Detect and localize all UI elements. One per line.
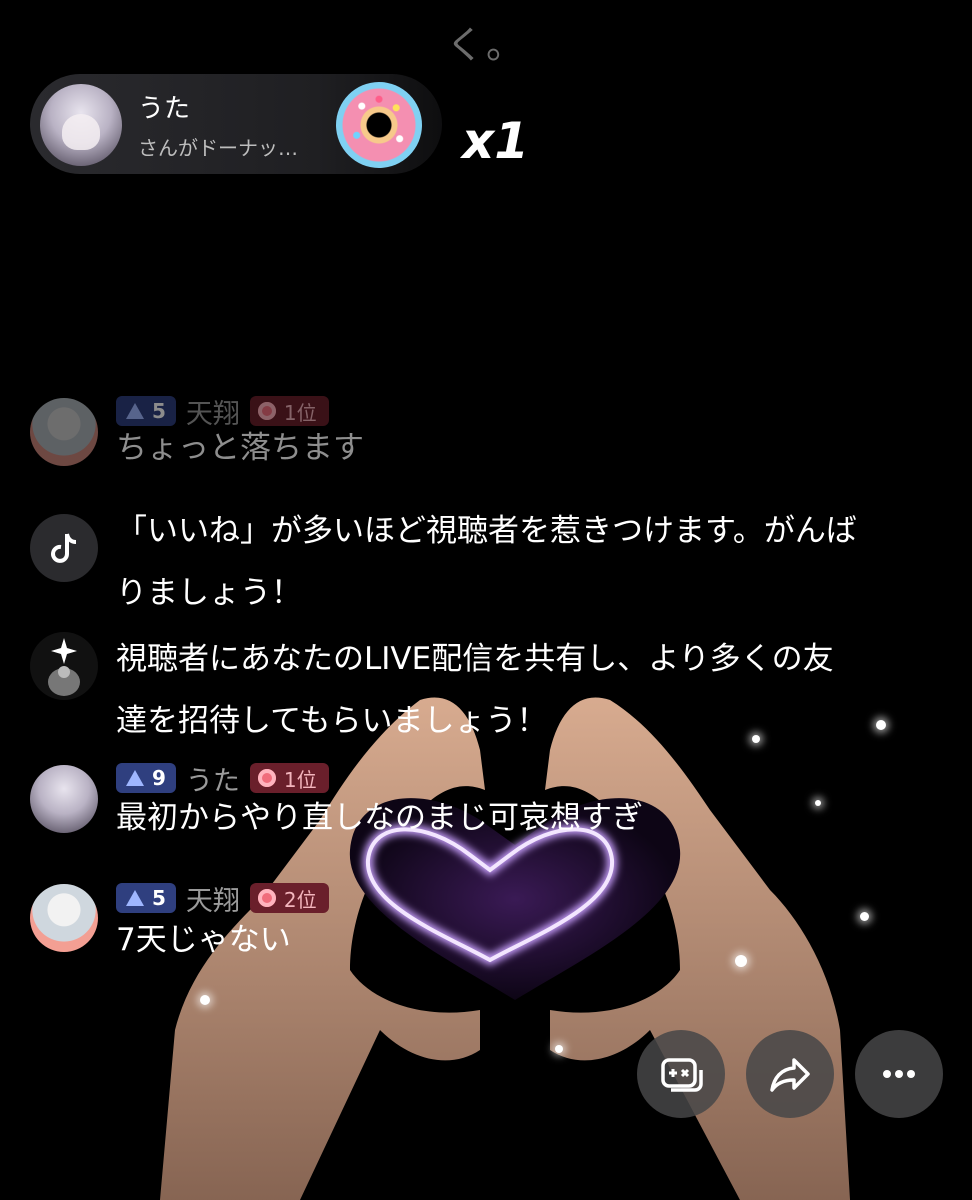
donut-icon (336, 82, 422, 168)
rank-badge[interactable]: 1位 (249, 763, 329, 793)
medal-icon (257, 769, 276, 787)
medal-icon (257, 402, 276, 420)
sparkle (200, 995, 210, 1005)
commenter-avatar[interactable] (30, 884, 98, 952)
share-icon (770, 1058, 810, 1092)
more-button[interactable] (855, 1030, 943, 1118)
gift-count: x1 (462, 112, 530, 170)
comment-text: ちょっと落ちます (116, 430, 364, 466)
level-icon (126, 890, 144, 906)
comment-text: 最初からやり直しなのまじ可哀想すぎ (116, 800, 643, 836)
sparkle (555, 1045, 563, 1053)
sparkle (735, 955, 747, 967)
commenter-name[interactable]: 天翔 (186, 879, 240, 918)
rank-badge[interactable]: 2位 (249, 883, 329, 913)
commenter-avatar[interactable] (30, 398, 98, 466)
sparkle (815, 800, 821, 806)
top-text: く。 (445, 23, 526, 67)
commenter-avatar[interactable] (30, 765, 98, 833)
comment-text: 7天じゃない (116, 922, 291, 958)
system-message-likes: 「いいね」が多いほど視聴者を惹きつけます。がんば りましょう！ (116, 513, 857, 611)
level-badge[interactable]: 9 (116, 763, 176, 793)
gift-sender-avatar[interactable] (40, 84, 122, 166)
more-icon (883, 1070, 915, 1078)
share-button[interactable] (746, 1030, 834, 1118)
system-message-share: 視聴者にあなたのLIVE配信を共有し、より多くの友 達を招待してもらいましょう！ (116, 641, 834, 739)
tiktok-icon (30, 514, 98, 582)
game-controller-icon (661, 1058, 703, 1092)
gift-sender-name: うた (138, 94, 191, 124)
comment-header: 9 うた 1位 (116, 761, 329, 797)
medal-icon (257, 889, 276, 907)
sparkle (860, 912, 869, 921)
sparkle-avatar (30, 632, 98, 700)
level-icon (126, 770, 144, 786)
level-icon (126, 403, 144, 419)
level-badge[interactable]: 5 (116, 883, 176, 913)
gift-description: さんがドーナッ… (138, 136, 298, 160)
game-controller-button[interactable] (637, 1030, 725, 1118)
comment-header: 5 天翔 2位 (116, 879, 329, 918)
